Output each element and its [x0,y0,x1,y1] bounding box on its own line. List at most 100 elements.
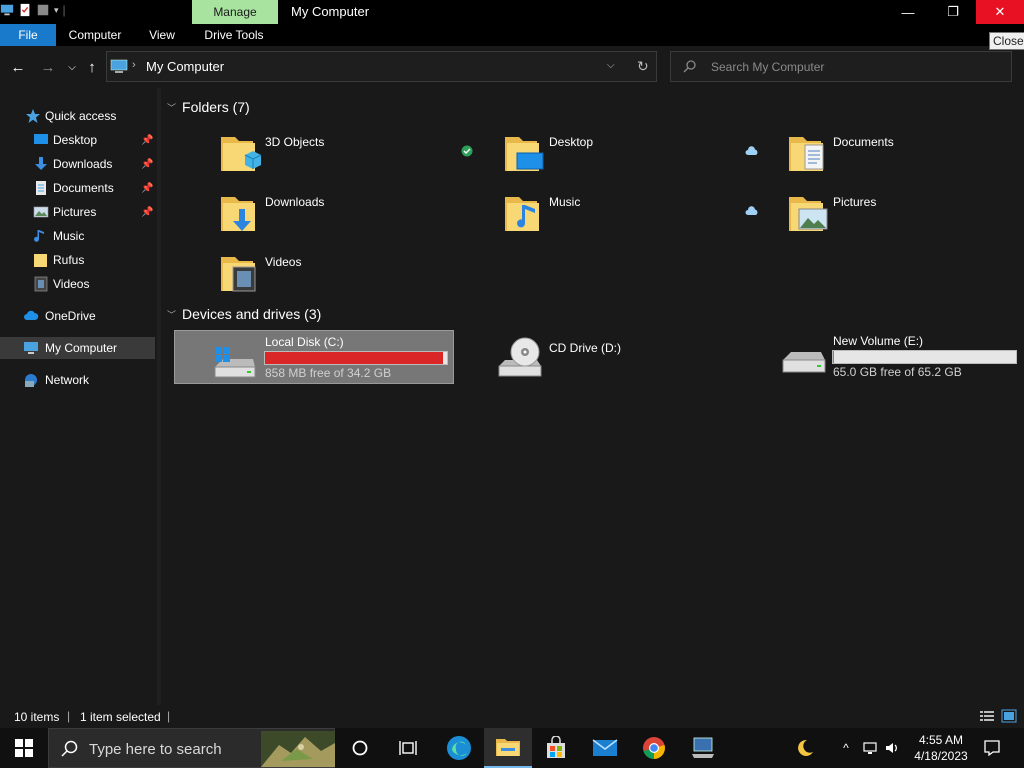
up-button[interactable]: ↑ [83,57,101,77]
search-input[interactable]: Search My Computer [711,60,824,74]
chevron-down-icon[interactable]: ⌵ [607,60,615,71]
taskbar-search[interactable]: Type here to search [48,728,335,768]
pin-icon[interactable]: 📌 [141,183,153,194]
tab-manage[interactable]: Manage [192,0,278,24]
folder-downloads[interactable]: Downloads [219,191,489,247]
sidebar-item-network[interactable]: Network [0,369,155,391]
sidebar-item-documents[interactable]: Documents 📌 [0,177,155,199]
night-light-icon[interactable] [795,738,815,758]
sidebar-item-videos[interactable]: Videos [0,273,155,295]
drive-cd-d[interactable]: CD Drive (D:) [497,330,767,384]
drive-new-volume-e[interactable]: New Volume (E:) 65.0 GB free of 65.2 GB [781,330,1024,384]
sidebar-item-rufus[interactable]: Rufus [0,249,155,271]
sidebar-item-onedrive[interactable]: OneDrive [0,305,155,327]
cloud-status-icon [745,206,758,215]
cd-drive-icon [498,337,542,377]
sidebar-item-desktop[interactable]: Desktop 📌 [0,129,155,151]
sidebar-item-my-computer[interactable]: My Computer [0,337,155,359]
tab-view[interactable]: View [140,24,184,46]
folder-pictures[interactable]: Pictures [787,191,1024,247]
tab-file[interactable]: File [0,24,56,46]
documents-folder-icon [789,137,824,171]
maximize-button[interactable]: ❐ [930,0,976,24]
taskbar-app-file-explorer[interactable] [484,728,532,768]
back-button[interactable]: ← [9,57,27,77]
sidebar-item-music[interactable]: Music [0,225,155,247]
drive-free-space: 65.0 GB free of 65.2 GB [833,365,962,379]
network-tray-icon[interactable] [862,740,878,756]
divider: | [167,709,171,723]
status-bar: 10 items | 1 item selected | [0,705,1024,728]
recent-locations-button[interactable]: ⌵ [63,57,81,77]
folder-label: Documents [833,135,894,149]
cortana-icon [352,740,368,756]
taskbar-app-chrome[interactable] [630,728,678,768]
sidebar-item-quick-access[interactable]: Quick access [0,105,155,127]
search-icon [61,740,78,757]
sidebar-item-pictures[interactable]: Pictures 📌 [0,201,155,223]
pin-icon[interactable]: 📌 [141,207,153,218]
action-center-icon[interactable] [983,739,1001,757]
show-hidden-icons-button[interactable]: ^ [838,740,854,756]
quick-access-toolbar: ▾ | [0,3,66,17]
cortana-button[interactable] [336,728,384,768]
drive-usage-fill [265,352,443,364]
properties-icon[interactable] [18,3,32,17]
folder-icon [34,254,47,267]
address-bar[interactable]: › My Computer ⌵ ↻ [106,51,657,82]
tiles-view-icon[interactable] [1001,709,1017,723]
pictures-folder-icon [789,197,828,231]
refresh-button[interactable]: ↻ [637,58,649,75]
close-button[interactable]: ✕ [976,0,1024,24]
taskbar-app-remote[interactable] [679,728,727,768]
task-view-icon [399,741,417,755]
taskbar-app-store[interactable] [532,728,580,768]
folder-desktop[interactable]: Desktop [503,131,773,187]
drive-local-disk-c[interactable]: Local Disk (C:) 858 MB free of 34.2 GB [174,330,454,384]
forward-button[interactable]: → [39,57,57,77]
task-view-button[interactable] [384,728,432,768]
folder-videos[interactable]: Videos [219,251,489,307]
sidebar-item-downloads[interactable]: Downloads 📌 [0,153,155,175]
computer-icon [110,59,128,73]
taskbar: Type here to search ^ 4:55 AM 4/18/2023 [0,728,1024,768]
details-view-icon[interactable] [979,709,995,723]
mail-icon [592,739,618,756]
3d-objects-folder-icon [221,137,262,171]
group-header-devices[interactable]: ﹀ Devices and drives (3) [167,306,321,322]
start-button[interactable] [0,728,48,768]
chevron-down-icon: ﹀ [167,102,177,113]
windows-logo-icon [15,739,33,757]
ribbon-tabs: File Computer View Drive Tools [0,24,1024,46]
new-folder-icon[interactable] [36,3,50,17]
taskbar-app-edge[interactable] [435,728,483,768]
folder-3d-objects[interactable]: 3D Objects [219,131,489,187]
group-header-label: Folders (7) [182,99,250,115]
sync-check-icon [461,145,473,157]
group-header-label: Devices and drives (3) [182,306,322,322]
picture-icon [33,206,49,218]
selection-count: 1 item selected [80,710,161,724]
sidebar-item-label: Music [53,229,85,243]
pin-icon[interactable]: 📌 [141,135,153,146]
tab-computer[interactable]: Computer [62,24,128,46]
chevron-down-icon[interactable]: ▾ [54,5,59,16]
folder-documents[interactable]: Documents [787,131,1024,187]
minimize-button[interactable]: — [885,0,931,24]
folder-music[interactable]: Music [503,191,773,247]
breadcrumb-separator[interactable]: › [132,59,136,71]
system-clock[interactable]: 4:55 AM 4/18/2023 [908,732,974,764]
taskbar-app-mail[interactable] [581,728,629,768]
search-box[interactable]: Search My Computer [670,51,1012,82]
sidebar-item-label: Documents [53,181,114,195]
sidebar-item-label: OneDrive [45,309,96,323]
pin-icon[interactable]: 📌 [141,159,153,170]
breadcrumb[interactable]: My Computer [146,59,224,74]
network-icon [25,374,37,387]
tab-drive-tools[interactable]: Drive Tools [196,24,272,46]
group-header-folders[interactable]: ﹀ Folders (7) [167,99,250,115]
sidebar-item-label: Network [45,373,90,387]
taskbar-search-input[interactable]: Type here to search [89,741,222,758]
volume-icon[interactable] [884,740,900,756]
chevron-down-icon: ﹀ [167,309,177,320]
